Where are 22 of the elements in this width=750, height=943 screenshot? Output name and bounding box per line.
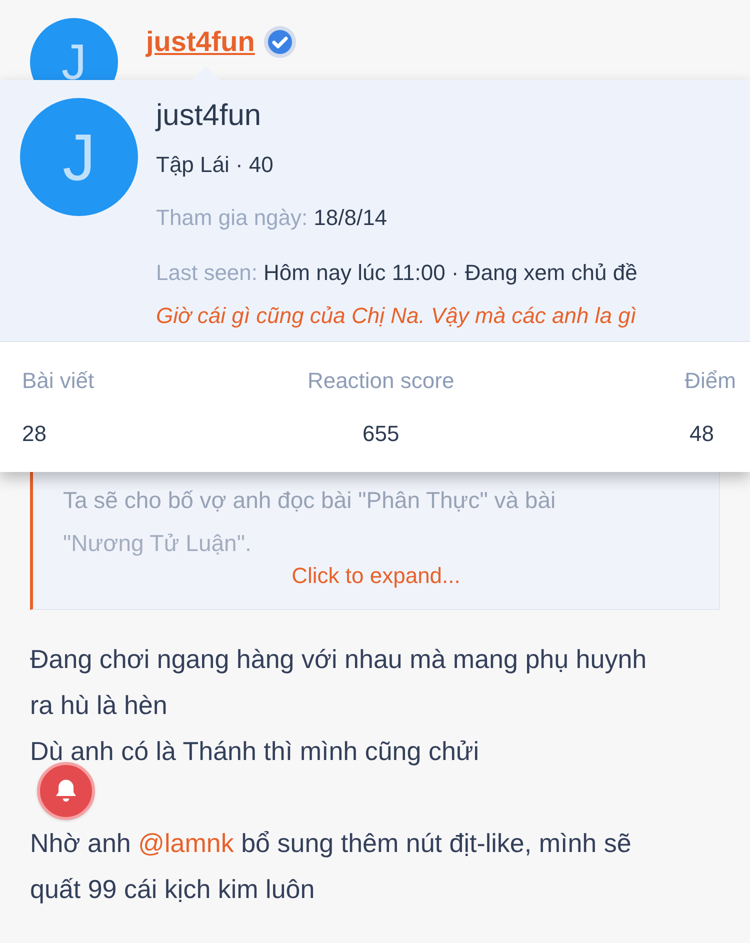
member-title: Tập Lái · 40 — [156, 151, 274, 179]
member-name[interactable]: just4fun — [156, 98, 638, 134]
joined-label: Tham gia ngày: — [156, 204, 308, 232]
stat-label: Reaction score — [307, 367, 454, 395]
stat-label: Bài viết — [21, 367, 94, 395]
mention-link[interactable]: @lamnk — [138, 828, 234, 858]
post-text: Đang chơi ngang hàng với nhau mà mang phụ huynh ra hù là hèn — [30, 643, 648, 722]
last-seen-value: Hôm nay lúc 11:00 · Đang xem chủ đề — [264, 259, 638, 287]
last-seen-label: Last seen: — [156, 259, 258, 287]
post-text: Nhờ anh @lamnk bổ sung thêm nút địt-like, mình sẽ quất 99 cái kịch kim luôn — [30, 827, 632, 906]
stat-label: Điểm — [684, 367, 736, 395]
quote-text: Ta sẽ cho bố vợ anh đọc bài "Phân Thực" và bài — [63, 486, 556, 515]
post-text: Dù anh có là Thánh thì mình cũng chửi — [30, 735, 480, 768]
joined-value: 18/8/14 — [314, 204, 388, 232]
signature: Giờ cái gì cũng của Chị Na. Vậy mà các anh la gì — [156, 302, 638, 330]
stat-value: 655 — [361, 420, 400, 448]
notification-bell-button[interactable] — [37, 762, 95, 820]
username-link[interactable]: just4fun — [146, 24, 255, 60]
quote-text: "Nương Tử Luận". — [63, 529, 252, 558]
stat-value: 48 — [688, 420, 715, 448]
stat-value: 28 — [21, 420, 48, 448]
avatar[interactable]: J — [20, 98, 138, 216]
